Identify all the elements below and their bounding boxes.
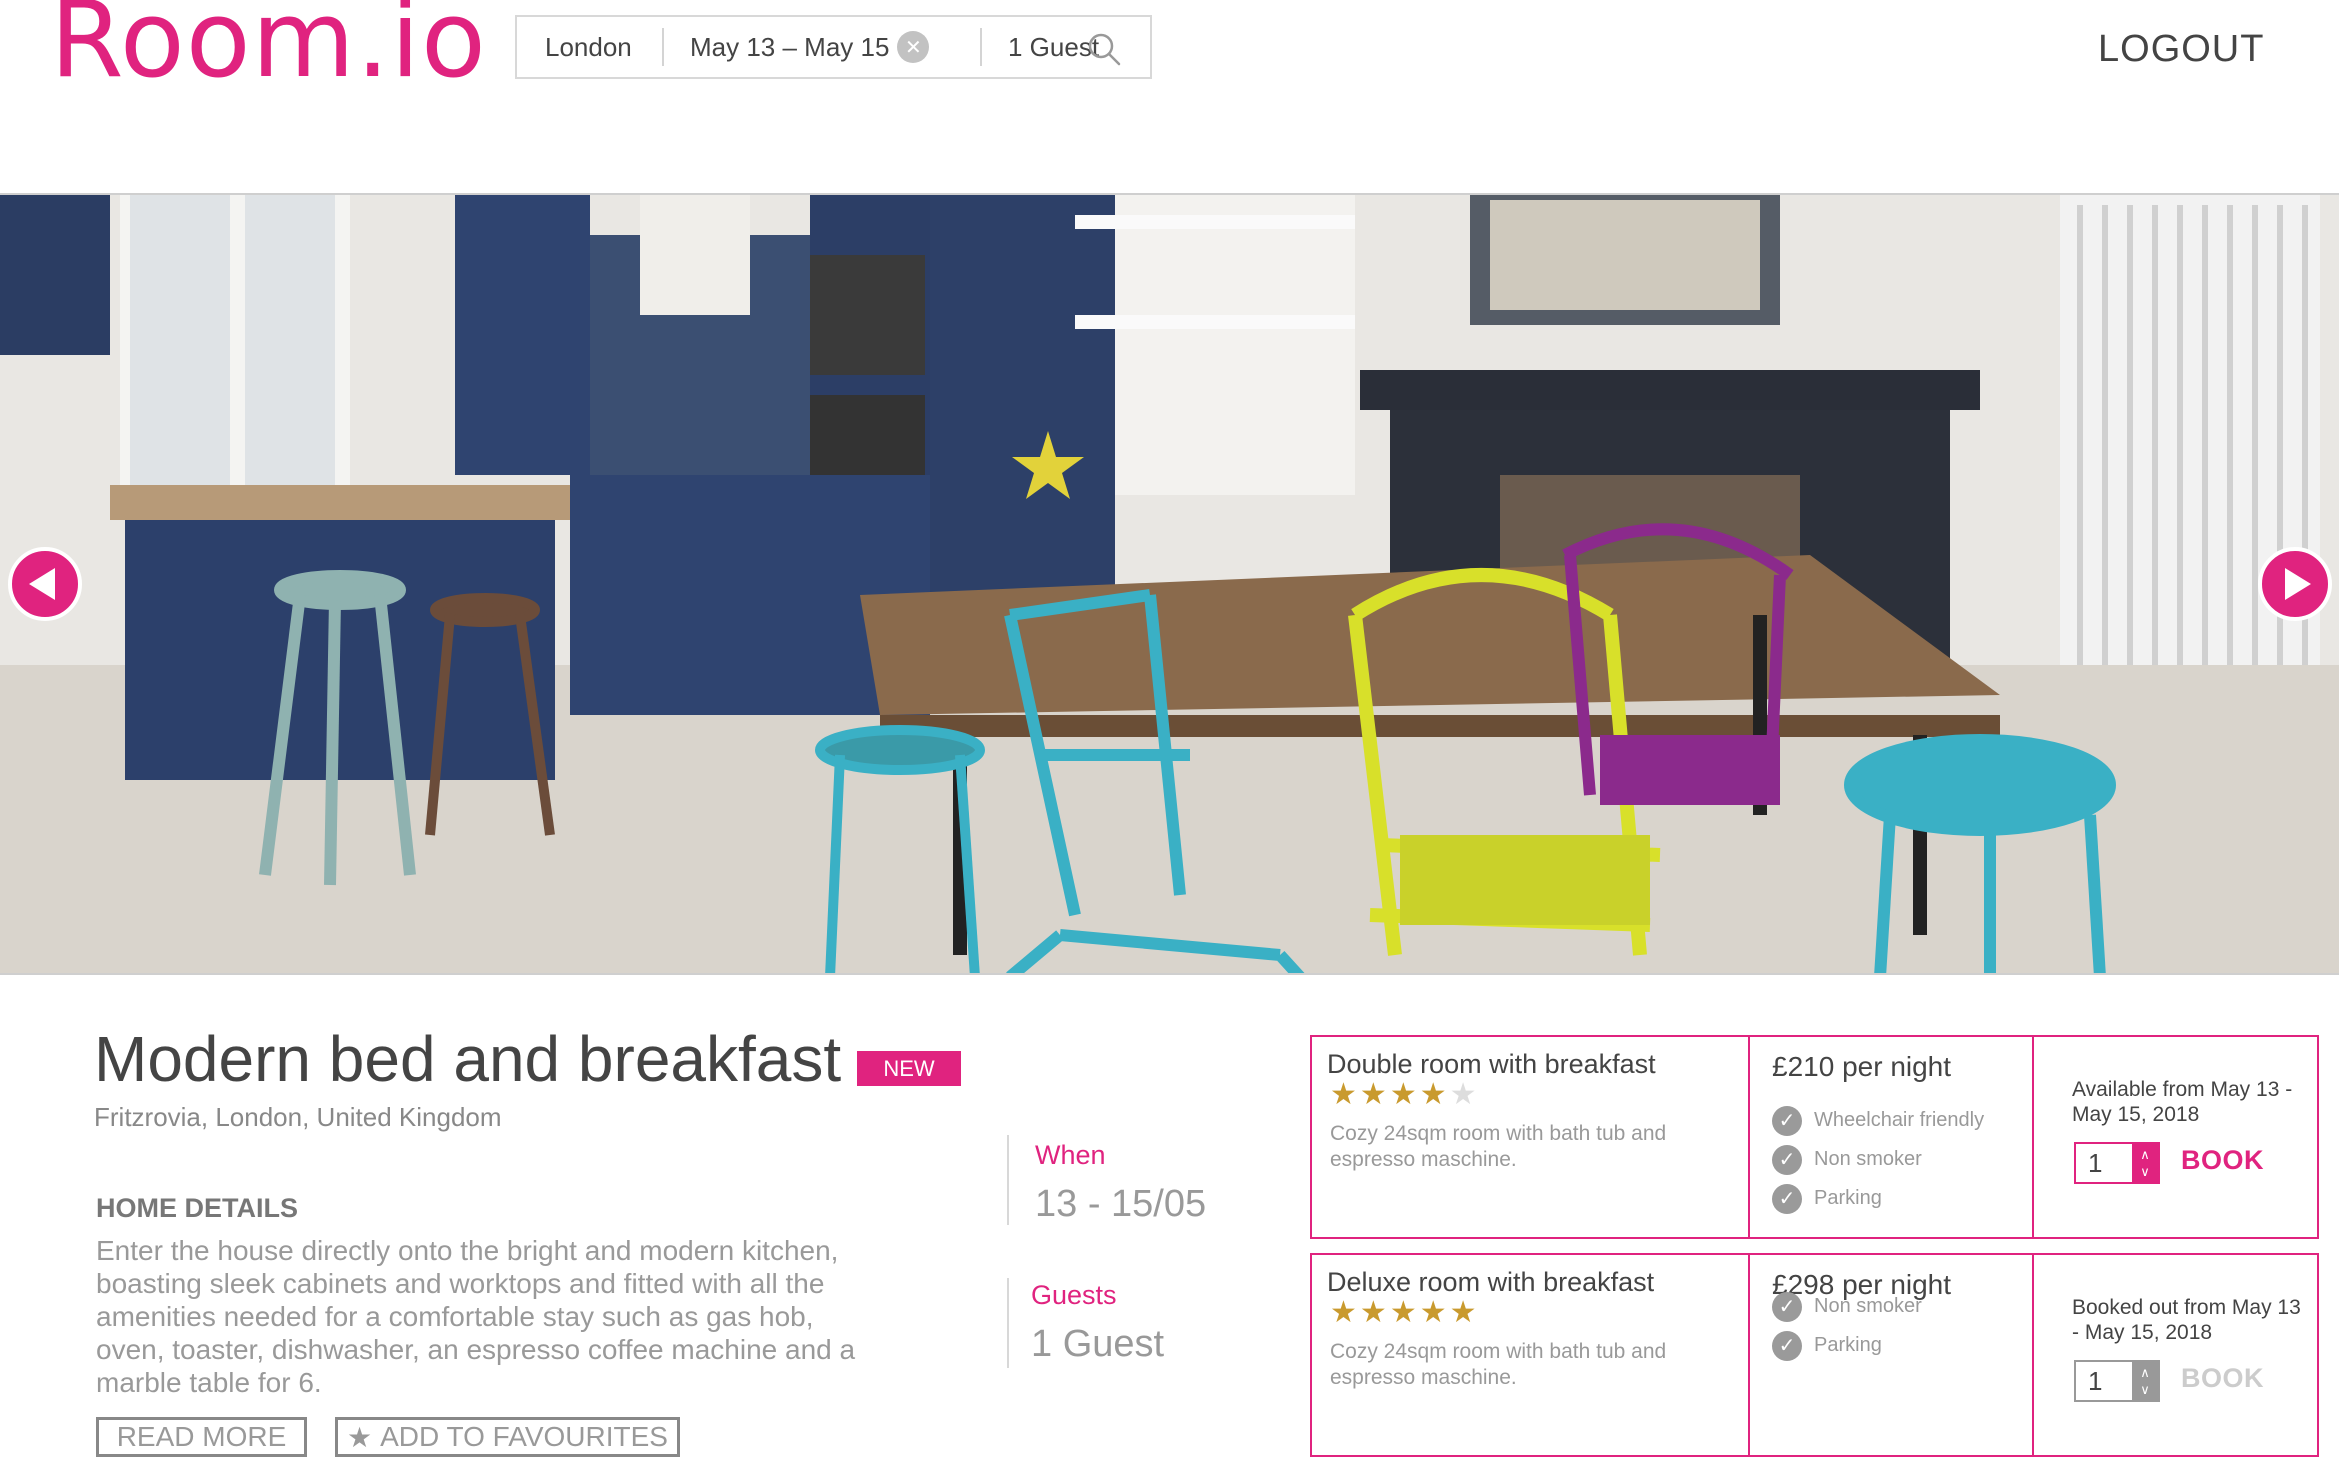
room-card: Double room with breakfast ★★★★★ Cozy 24… (1310, 1035, 2319, 1239)
star-icon: ★ (1330, 1296, 1360, 1329)
room-price: £210 per night (1772, 1051, 1952, 1082)
amenity-item: ✓ Parking (1772, 1179, 1984, 1218)
search-guests[interactable]: 1 Guest (982, 17, 1099, 77)
room-description: Cozy 24sqm room with bath tub and espres… (1330, 1122, 1667, 1171)
amenity-item: ✓ Non smoker (1772, 1287, 1922, 1326)
star-rating: ★★★★★ (1330, 1077, 1480, 1112)
stepper-arrows-icon[interactable]: ∧ ∨ (2132, 1362, 2158, 1400)
arrow-right-icon (2285, 568, 2311, 600)
amenity-label: Parking (1814, 1334, 1882, 1356)
check-icon: ✓ (1772, 1330, 1802, 1361)
amenity-item: ✓ Wheelchair friendly (1772, 1101, 1984, 1140)
home-details-heading: HOME DETAILS (96, 1193, 298, 1223)
logo[interactable]: Room.io (50, 0, 487, 101)
logout-button[interactable]: LOGOUT (2098, 28, 2264, 71)
add-to-favourites-button[interactable]: ★ ADD TO FAVOURITES (335, 1417, 680, 1457)
star-icon: ★ (1359, 1078, 1390, 1111)
star-icon: ★ (1330, 1078, 1360, 1111)
check-icon: ✓ (1772, 1105, 1802, 1136)
star-rating: ★★★★★ (1330, 1295, 1480, 1330)
room-info: Double room with breakfast ★★★★★ Cozy 24… (1310, 1035, 1750, 1239)
quantity-value[interactable]: 1 (2076, 1366, 2132, 1397)
star-icon: ★ (1449, 1078, 1480, 1111)
amenity-label: Wheelchair friendly (1814, 1109, 1985, 1131)
amenities-list: ✓ Wheelchair friendly ✓ Non smoker ✓ Parkin… (1772, 1101, 1984, 1218)
room-booking: Available from May 13 - May 15, 2018 1 ∧… (2032, 1035, 2319, 1239)
room-name: Deluxe room with breakfast (1327, 1267, 1655, 1297)
arrow-left-icon (29, 568, 55, 600)
when-value[interactable]: 13 - 15/05 (1035, 1183, 1206, 1226)
check-icon: ✓ (1772, 1144, 1802, 1175)
room-name: Double room with breakfast (1327, 1049, 1656, 1079)
star-icon: ★ (1449, 1296, 1480, 1329)
amenity-item: ✓ Parking (1772, 1326, 1922, 1365)
room-price-amenities: £210 per night ✓ Wheelchair friendly ✓ Non… (1748, 1035, 2034, 1239)
amenity-label: Parking (1814, 1187, 1882, 1209)
guests-divider (1007, 1278, 1009, 1368)
carousel-next-button[interactable] (2258, 547, 2332, 621)
amenities-list: ✓ Non smoker ✓ Parking (1772, 1287, 1922, 1365)
room-info: Deluxe room with breakfast ★★★★★ Cozy 24… (1310, 1253, 1750, 1457)
star-icon: ★ (1419, 1296, 1450, 1329)
when-divider (1007, 1135, 1009, 1225)
check-icon: ✓ (1772, 1183, 1802, 1214)
book-button: BOOK (2181, 1363, 2264, 1393)
clear-dates-icon[interactable]: ✕ (897, 31, 930, 63)
new-badge: NEW (857, 1051, 961, 1086)
book-button[interactable]: BOOK (2181, 1145, 2264, 1176)
add-to-favourites-label: ADD TO FAVOURITES (380, 1421, 668, 1452)
room-availability: Booked out from May 13 - May 15, 2018 (2072, 1296, 2301, 1344)
room-booking: Booked out from May 13 - May 15, 2018 1 … (2032, 1253, 2319, 1457)
search-city[interactable]: London (517, 17, 662, 77)
listing-location: Fritzrovia, London, United Kingdom (94, 1102, 502, 1132)
amenity-item: ✓ Non smoker (1772, 1140, 1984, 1179)
hero-photo (0, 193, 2339, 975)
listing-title: Modern bed and breakfast (94, 1023, 842, 1095)
room-description: Cozy 24sqm room with bath tub and espres… (1330, 1340, 1667, 1389)
quantity-stepper[interactable]: 1 ∧ ∨ (2074, 1142, 2160, 1184)
quantity-stepper[interactable]: 1 ∧ ∨ (2074, 1360, 2160, 1402)
star-icon: ★ (1419, 1078, 1450, 1111)
home-details-text: Enter the house directly onto the bright… (96, 1235, 856, 1398)
star-icon: ★ (347, 1421, 373, 1453)
when-label: When (1035, 1140, 1106, 1170)
stepper-arrows-icon[interactable]: ∧ ∨ (2132, 1144, 2158, 1182)
search-dates-value: May 13 – May 15 (690, 31, 890, 62)
guests-value[interactable]: 1 Guest (1031, 1323, 1164, 1366)
amenity-label: Non smoker (1814, 1295, 1922, 1317)
guests-label: Guests (1031, 1280, 1117, 1310)
check-icon: ✓ (1772, 1291, 1802, 1322)
search-icon[interactable] (1086, 31, 1122, 67)
room-card: Deluxe room with breakfast ★★★★★ Cozy 24… (1310, 1253, 2319, 1457)
star-icon: ★ (1359, 1296, 1390, 1329)
room-availability: Available from May 13 - May 15, 2018 (2072, 1078, 2293, 1126)
quantity-value[interactable]: 1 (2076, 1148, 2132, 1179)
room-price-amenities: £298 per night ✓ Non smoker ✓ Parking (1748, 1253, 2034, 1457)
star-icon: ★ (1389, 1078, 1420, 1111)
read-more-button[interactable]: READ MORE (96, 1417, 307, 1457)
star-icon: ★ (1389, 1296, 1420, 1329)
search-dates[interactable]: May 13 – May 15 ✕ (664, 17, 980, 77)
amenity-label: Non smoker (1814, 1148, 1922, 1170)
search-bar[interactable]: London May 13 – May 15 ✕ 1 Guest (515, 15, 1152, 79)
carousel-prev-button[interactable] (8, 547, 82, 621)
